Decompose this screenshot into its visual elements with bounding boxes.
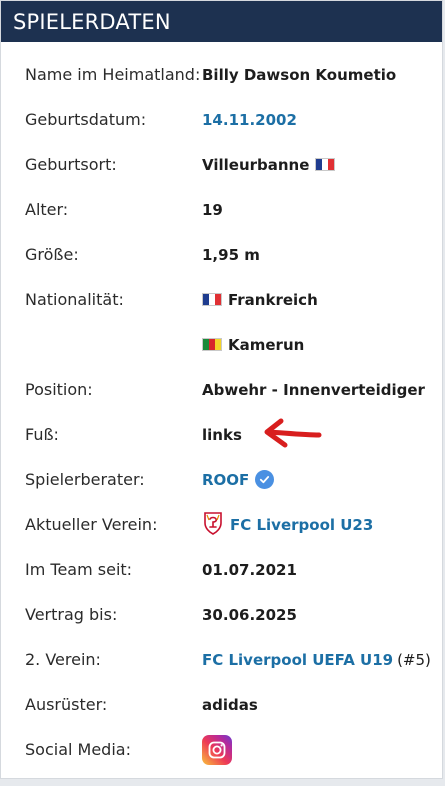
native-name-text: Billy Dawson Koumetio [202,65,397,84]
cameroon-flag-icon [202,338,222,351]
row-second-club: 2. Verein: FC Liverpool UEFA U19 (#5) [1,637,442,682]
value-height: 1,95 m [202,245,260,264]
value-native-name: Billy Dawson Koumetio [202,66,396,84]
row-native-name: Name im Heimatland: Billy Dawson Koumeti… [1,52,442,97]
nationality-1-text: Frankreich [228,290,318,309]
label-position: Position: [25,380,93,399]
agent-link[interactable]: ROOF [202,471,249,489]
row-social-media: Social Media: [1,727,442,772]
current-club-link[interactable]: FC Liverpool U23 [230,516,373,534]
value-joined: 01.07.2021 [202,560,297,579]
section-header: SPIELERDATEN [1,1,442,42]
birth-date-link[interactable]: 14.11.2002 [202,111,297,129]
row-foot: Fuß: links [1,412,442,457]
row-height: Größe: 1,95 m [1,232,442,277]
label-age: Alter: [25,200,69,219]
instagram-icon[interactable] [202,734,232,765]
value-outfitter: adidas [202,695,258,714]
annotation-arrow-icon [264,418,322,448]
value-current-club: FC Liverpool U23 [202,511,373,539]
label-current-club: Aktueller Verein: [25,515,158,534]
label-second-club: 2. Verein: [25,650,101,669]
label-social-media: Social Media: [25,740,131,759]
row-position: Position: Abwehr - Innenverteidiger [1,367,442,412]
label-joined: Im Team seit: [25,560,133,579]
row-age: Alter: 19 [1,187,442,232]
label-birth-place: Geburtsort: [25,155,117,174]
row-joined: Im Team seit: 01.07.2021 [1,547,442,592]
row-nationality: Nationalität: Frankreich [1,277,442,322]
value-birth-place: Villeurbanne [202,155,336,174]
value-agent: ROOF [202,470,275,489]
value-age: 19 [202,200,223,219]
row-contract: Vertrag bis: 30.06.2025 [1,592,442,637]
value-social-media [202,734,232,765]
verified-check-icon [255,470,275,489]
label-outfitter: Ausrüster: [25,695,108,714]
label-birth-date: Geburtsdatum: [25,110,147,129]
label-foot: Fuß: [25,425,59,444]
nationality-2-text: Kamerun [228,335,305,354]
birth-place-text: Villeurbanne [202,155,310,174]
row-outfitter: Ausrüster: adidas [1,682,442,727]
value-foot: links [202,425,242,444]
section-title: SPIELERDATEN [13,9,171,34]
shirt-number: (#5) [397,650,431,669]
value-nationality-1: Frankreich [202,291,318,309]
value-nationality-2: Kamerun [202,336,304,354]
label-nationality: Nationalität: [25,290,124,309]
value-position: Abwehr - Innenverteidiger [202,380,425,399]
france-flag-icon [315,158,336,171]
label-height: Größe: [25,245,79,264]
value-second-club: FC Liverpool UEFA U19 (#5) [202,651,431,669]
row-agent: Spielerberater: ROOF [1,457,442,502]
player-data-card: SPIELERDATEN Name im Heimatland: Billy D… [0,0,443,779]
label-contract: Vertrag bis: [25,605,118,624]
second-club-link[interactable]: FC Liverpool UEFA U19 [202,651,393,669]
row-current-club: Aktueller Verein: FC Liverpool U23 [1,502,442,547]
row-nationality-2: Kamerun [1,322,442,367]
liverpool-crest-icon[interactable] [202,511,224,539]
row-birth-date: Geburtsdatum: 14.11.2002 [1,97,442,142]
row-birth-place: Geburtsort: Villeurbanne [1,142,442,187]
france-flag-icon [202,293,222,306]
value-contract: 30.06.2025 [202,605,297,624]
label-native-name: Name im Heimatland: [25,65,201,84]
label-agent: Spielerberater: [25,470,145,489]
